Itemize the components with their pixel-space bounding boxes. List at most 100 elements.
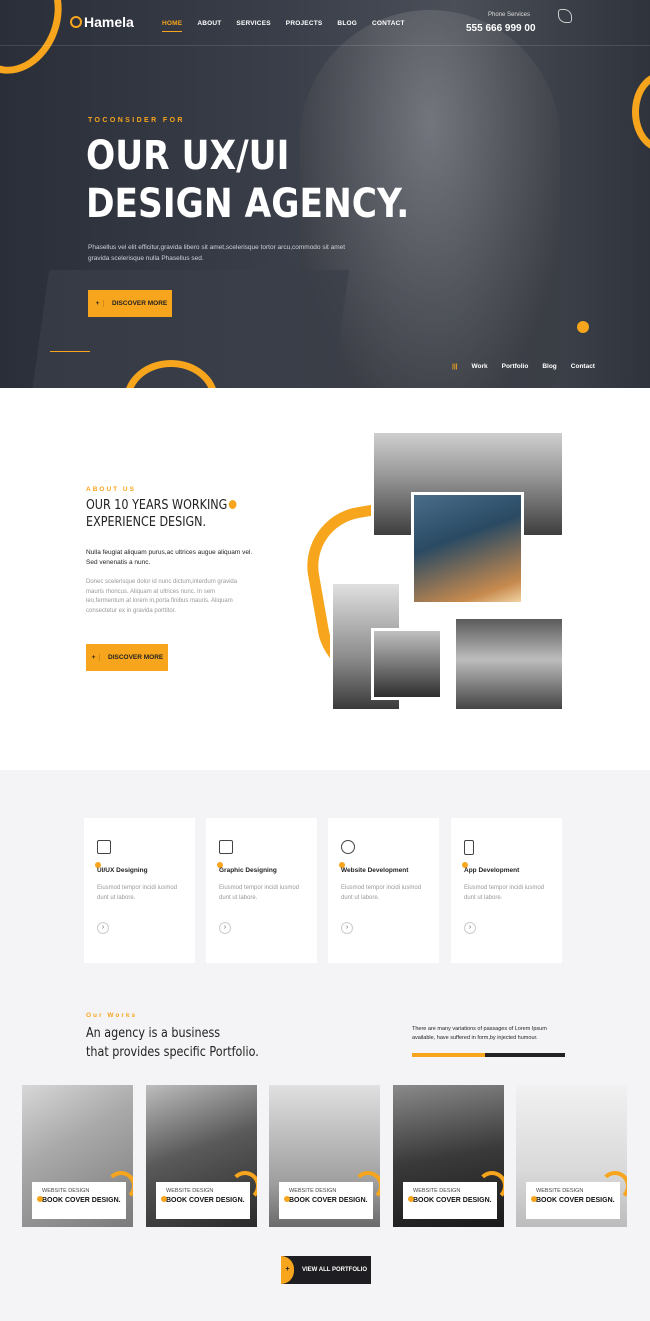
decor-dot bbox=[531, 1196, 537, 1202]
decor-dot bbox=[408, 1196, 414, 1202]
works-kicker: Our Works bbox=[86, 1012, 138, 1019]
works-title-line: An agency is a business bbox=[86, 1026, 221, 1041]
decor-dot bbox=[577, 321, 589, 333]
portfolio-name: BOOK COVER DESIGN. bbox=[413, 1197, 492, 1204]
portfolio-name: BOOK COVER DESIGN. bbox=[289, 1197, 368, 1204]
phone-icon[interactable] bbox=[558, 9, 572, 23]
logo[interactable]: Hamela bbox=[70, 14, 134, 30]
bars-icon[interactable]: ||| bbox=[452, 363, 457, 370]
menu-item-contact[interactable]: CONTACT bbox=[372, 20, 405, 32]
plus-icon: + bbox=[92, 300, 104, 307]
portfolio-caption: WEBSITE DESIGN BOOK COVER DESIGN. bbox=[156, 1182, 250, 1219]
service-desc: Eiusmod tempor incidi iusmod dunt ut lab… bbox=[341, 885, 422, 901]
about-discover-more-button[interactable]: + DISCOVER MORE bbox=[86, 644, 168, 671]
view-all-portfolio-button[interactable]: + VIEW ALL PORTFOLIO bbox=[281, 1256, 371, 1284]
about-lead: Nulla feugiat aliquam purus,ac ultrices … bbox=[86, 549, 253, 566]
service-desc: Eiusmod tempor incidi iusmod dunt ut lab… bbox=[219, 885, 300, 901]
works-note: There are many variations of passages of… bbox=[412, 1026, 547, 1041]
link-blog[interactable]: Blog bbox=[542, 363, 556, 370]
menu-item-about[interactable]: ABOUT bbox=[197, 20, 221, 32]
about-title-line: EXPERIENCE DESIGN. bbox=[86, 515, 207, 530]
chart-icon bbox=[341, 840, 355, 854]
menu-item-blog[interactable]: BLOG bbox=[337, 20, 357, 32]
menu-item-home[interactable]: HOME bbox=[162, 20, 183, 32]
portfolio-category: WEBSITE DESIGN bbox=[536, 1188, 584, 1194]
service-title: UI/UX Designing bbox=[97, 867, 148, 874]
main-menu: HOME ABOUT SERVICES PROJECTS BLOG CONTAC… bbox=[162, 20, 405, 32]
portfolio-category: WEBSITE DESIGN bbox=[166, 1188, 214, 1194]
hero-kicker: TOCONSIDER FOR bbox=[88, 117, 185, 124]
group-photo bbox=[371, 628, 443, 700]
hero-description: Phasellus vel elit efficitur,gravida lib… bbox=[88, 244, 346, 262]
about-body: Donec scelerisque dolor id nunc dictum,i… bbox=[86, 579, 238, 614]
service-desc: Eiusmod tempor incidi iusmod dunt ut lab… bbox=[464, 885, 545, 901]
logo-text: Hamela bbox=[84, 14, 134, 30]
button-label: DISCOVER MORE bbox=[112, 300, 168, 307]
logo-icon bbox=[70, 16, 82, 28]
progress-fill bbox=[412, 1053, 486, 1057]
portfolio-caption: WEBSITE DESIGN BOOK COVER DESIGN. bbox=[32, 1182, 126, 1219]
decor-dot bbox=[284, 1196, 290, 1202]
portfolio-item[interactable]: WEBSITE DESIGN BOOK COVER DESIGN. bbox=[269, 1085, 380, 1227]
arrow-right-icon[interactable]: › bbox=[97, 922, 109, 934]
portfolio-name: BOOK COVER DESIGN. bbox=[42, 1197, 121, 1204]
portfolio-name: BOOK COVER DESIGN. bbox=[536, 1197, 615, 1204]
hero-title: OUR UX/UI DESIGN AGENCY. bbox=[86, 132, 409, 228]
portfolio-caption: WEBSITE DESIGN BOOK COVER DESIGN. bbox=[526, 1182, 620, 1219]
phone-label: Phone Services bbox=[488, 12, 531, 18]
decor-dot bbox=[161, 1196, 167, 1202]
hero-section: Hamela HOME ABOUT SERVICES PROJECTS BLOG… bbox=[0, 0, 650, 388]
hero-side-links: ||| Work Portfolio Blog Contact bbox=[452, 363, 595, 370]
mobile-icon bbox=[464, 840, 474, 855]
about-kicker: ABOUT US bbox=[86, 486, 136, 493]
service-card[interactable]: App Development Eiusmod tempor incidi iu… bbox=[451, 818, 562, 963]
link-work[interactable]: Work bbox=[471, 363, 487, 370]
plus-icon: + bbox=[88, 654, 100, 661]
service-card[interactable]: Website Development Eiusmod tempor incid… bbox=[328, 818, 439, 963]
button-label: VIEW ALL PORTFOLIO bbox=[302, 1267, 367, 1273]
button-label: DISCOVER MORE bbox=[108, 654, 164, 661]
plus-icon: + bbox=[281, 1256, 294, 1284]
link-contact[interactable]: Contact bbox=[571, 363, 595, 370]
portfolio-category: WEBSITE DESIGN bbox=[413, 1188, 461, 1194]
about-title-line: OUR 10 YEARS WORKING bbox=[86, 497, 237, 514]
phone-number[interactable]: 555 666 999 00 bbox=[466, 23, 536, 34]
about-title: OUR 10 YEARS WORKING EXPERIENCE DESIGN. bbox=[86, 497, 237, 531]
decor-dot bbox=[37, 1196, 43, 1202]
service-title: Website Development bbox=[341, 867, 409, 874]
portfolio-item[interactable]: WEBSITE DESIGN BOOK COVER DESIGN. bbox=[516, 1085, 627, 1227]
arrow-right-icon[interactable]: › bbox=[341, 922, 353, 934]
arrow-right-icon[interactable]: › bbox=[219, 922, 231, 934]
works-title: An agency is a business that provides sp… bbox=[86, 1024, 259, 1062]
works-title-line: that provides specific Portfolio. bbox=[86, 1045, 259, 1060]
arrow-right-icon[interactable]: › bbox=[464, 922, 476, 934]
service-card[interactable]: UI/UX Designing Eiusmod tempor incidi iu… bbox=[84, 818, 195, 963]
graphic-icon bbox=[219, 840, 233, 854]
portfolio-item[interactable]: WEBSITE DESIGN BOOK COVER DESIGN. bbox=[22, 1085, 133, 1227]
portfolio-item[interactable]: WEBSITE DESIGN BOOK COVER DESIGN. bbox=[146, 1085, 257, 1227]
meeting-photo bbox=[453, 616, 565, 712]
portfolio-item[interactable]: WEBSITE DESIGN BOOK COVER DESIGN. bbox=[393, 1085, 504, 1227]
service-title: Graphic Designing bbox=[219, 867, 277, 874]
top-navigation: Hamela HOME ABOUT SERVICES PROJECTS BLOG… bbox=[0, 0, 650, 46]
progress-bar bbox=[412, 1053, 565, 1057]
service-card[interactable]: Graphic Designing Eiusmod tempor incidi … bbox=[206, 818, 317, 963]
hero-divider bbox=[50, 351, 90, 352]
decor-ring bbox=[632, 72, 650, 152]
hero-title-line: DESIGN AGENCY. bbox=[86, 181, 410, 227]
portfolio-caption: WEBSITE DESIGN BOOK COVER DESIGN. bbox=[403, 1182, 497, 1219]
decor-dot bbox=[229, 500, 237, 509]
link-portfolio[interactable]: Portfolio bbox=[502, 363, 529, 370]
service-desc: Eiusmod tempor incidi iusmod dunt ut lab… bbox=[97, 885, 178, 901]
service-title: App Development bbox=[464, 867, 520, 874]
portfolio-category: WEBSITE DESIGN bbox=[42, 1188, 90, 1194]
menu-item-projects[interactable]: PROJECTS bbox=[286, 20, 323, 32]
portfolio-caption: WEBSITE DESIGN BOOK COVER DESIGN. bbox=[279, 1182, 373, 1219]
portfolio-category: WEBSITE DESIGN bbox=[289, 1188, 337, 1194]
discover-more-button[interactable]: + DISCOVER MORE bbox=[88, 290, 172, 317]
hero-title-line: OUR UX/UI bbox=[86, 133, 290, 179]
design-icon bbox=[97, 840, 111, 854]
man-on-phone-photo bbox=[411, 492, 524, 605]
menu-item-services[interactable]: SERVICES bbox=[236, 20, 270, 32]
portfolio-name: BOOK COVER DESIGN. bbox=[166, 1197, 245, 1204]
